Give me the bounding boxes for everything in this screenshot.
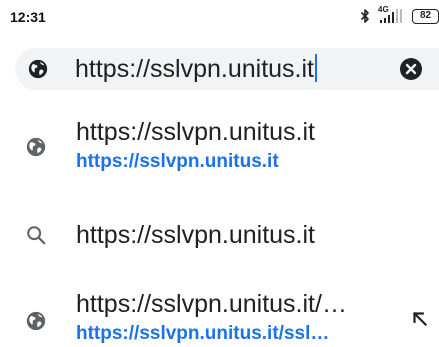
battery-indicator: 82	[412, 8, 439, 24]
suggestion-url: https://sslvpn.unitus.it/ssl…	[76, 322, 329, 346]
suggestion-item[interactable]: https://sslvpn.unitus.it https://sslvpn.…	[0, 108, 439, 188]
status-bar: 12:31 4G 82	[0, 0, 439, 34]
clear-button[interactable]	[399, 57, 423, 81]
globe-icon	[25, 136, 47, 158]
suggestion-url-match: https://sslvpn.unitus.it	[76, 323, 279, 344]
suggestion-url: https://sslvpn.unitus.it	[76, 151, 279, 172]
suggestion-url-rest: /ssl…	[278, 323, 330, 344]
refine-button[interactable]	[409, 308, 431, 330]
suggestion-title: https://sslvpn.unitus.it/…	[76, 290, 347, 318]
suggestion-item[interactable]: https://sslvpn.unitus.it/… https://sslvp…	[0, 280, 439, 347]
bluetooth-icon	[360, 8, 370, 24]
globe-icon	[25, 310, 47, 332]
url-input[interactable]: https://sslvpn.unitus.it	[75, 52, 318, 86]
text-caret	[315, 54, 318, 82]
suggestion-title: https://sslvpn.unitus.it	[76, 221, 316, 249]
address-bar[interactable]: https://sslvpn.unitus.it	[15, 48, 439, 90]
status-time: 12:31	[10, 9, 46, 25]
suggestion-item[interactable]: https://sslvpn.unitus.it	[0, 205, 439, 265]
arrow-up-left-icon	[412, 311, 428, 327]
suggestion-title: https://sslvpn.unitus.it	[76, 118, 316, 146]
search-icon	[25, 224, 47, 246]
clear-icon	[400, 58, 422, 80]
signal-icon: 4G	[378, 5, 406, 25]
globe-icon	[27, 58, 49, 80]
status-icons: 4G 82	[360, 5, 439, 25]
url-input-text: https://sslvpn.unitus.it	[75, 55, 315, 83]
